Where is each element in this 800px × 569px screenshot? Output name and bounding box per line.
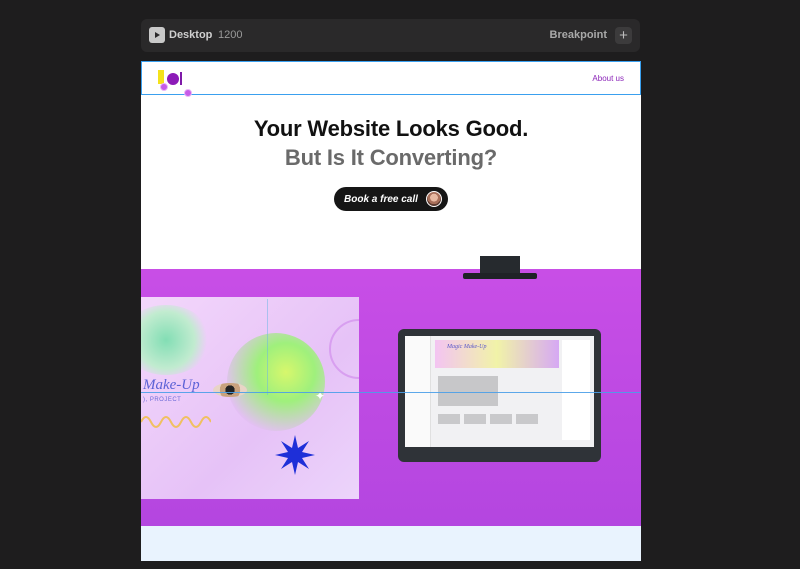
ring-outline xyxy=(329,319,359,379)
selection-handle[interactable] xyxy=(184,89,192,97)
screen-thumb xyxy=(490,414,512,424)
add-breakpoint-button[interactable]: + xyxy=(615,27,632,44)
next-section xyxy=(141,526,641,561)
book-call-label: Book a free call xyxy=(344,193,418,205)
editor-toolbar: Desktop 1200 Breakpoint + xyxy=(141,19,640,52)
avatar xyxy=(426,191,442,207)
plus-icon: + xyxy=(619,27,628,44)
artwork-subtitle: ), PROJECT xyxy=(143,397,182,403)
gradient-circle xyxy=(227,333,325,431)
wave-icon xyxy=(141,416,211,428)
eye-image xyxy=(213,383,247,397)
preview-play-button[interactable] xyxy=(149,27,165,43)
project-artwork: Make-Up ), PROJECT ✦ xyxy=(141,297,359,499)
desktop-monitor-mockup: Magic Make-Up xyxy=(398,329,601,462)
logo-purple-bar xyxy=(180,72,182,85)
showcase-section: Make-Up ), PROJECT ✦ Magic Make-Up xyxy=(141,269,641,526)
hero-subtitle: But Is It Converting? xyxy=(284,145,498,170)
site-nav[interactable]: About us xyxy=(141,61,641,95)
monitor-base xyxy=(463,273,537,279)
site-canvas[interactable]: About us Your Website Looks Good. But Is… xyxy=(141,61,641,561)
logo-purple-dot xyxy=(167,73,179,85)
screen-thumb xyxy=(438,414,460,424)
breakpoint-width: 1200 xyxy=(218,29,243,41)
hero-title: Your Website Looks Good. xyxy=(253,116,529,141)
play-icon xyxy=(155,32,160,38)
layout-guide-horizontal xyxy=(141,392,641,393)
breakpoint-label: Breakpoint xyxy=(549,29,607,41)
selection-handle[interactable] xyxy=(160,83,168,91)
screen-thumb xyxy=(516,414,538,424)
book-call-button[interactable]: Book a free call xyxy=(334,187,448,211)
breakpoint-device-label[interactable]: Desktop xyxy=(169,29,212,41)
screen-panel xyxy=(562,340,590,440)
screen-thumb xyxy=(464,414,486,424)
green-blob xyxy=(141,305,211,375)
logo-yellow-bar xyxy=(158,70,164,84)
screen-title: Magic Make-Up xyxy=(447,344,487,350)
layout-guide-vertical xyxy=(267,299,268,395)
starburst-icon xyxy=(275,435,315,475)
nav-about-link[interactable]: About us xyxy=(592,74,624,83)
screen-image-block xyxy=(438,376,498,406)
